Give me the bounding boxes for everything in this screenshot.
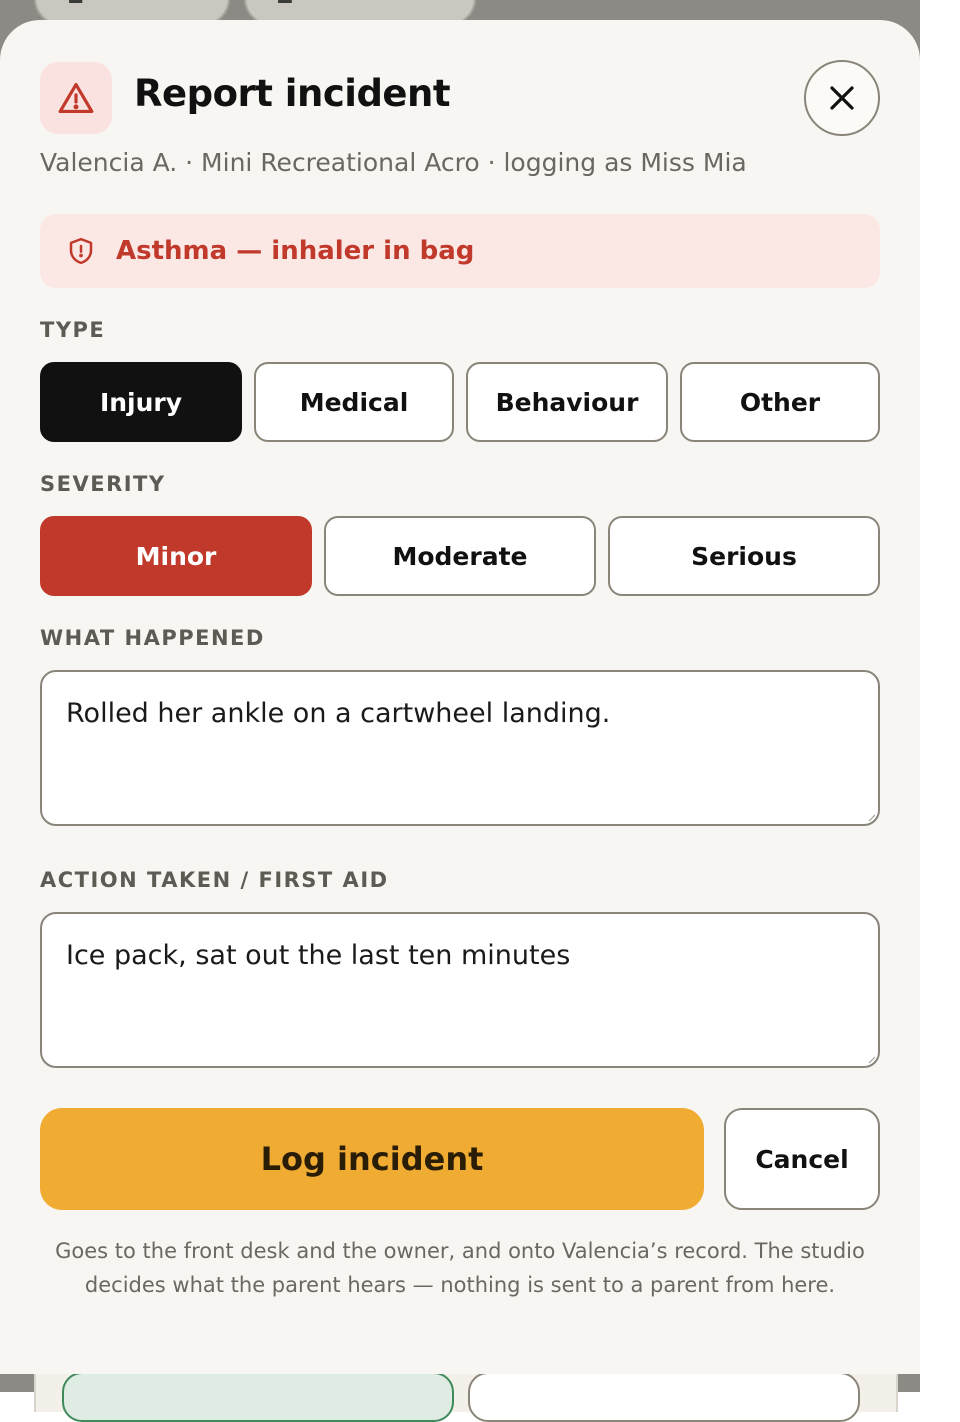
what-happened-label: WHAT HAPPENED (40, 626, 265, 650)
shield-icon (64, 234, 98, 268)
page-title: Report incident (134, 72, 451, 115)
resize-handle-icon[interactable] (868, 1056, 876, 1064)
incident-sheet: Report incident Valencia A. · Mini Recre… (0, 20, 920, 1374)
routing-note: Goes to the front desk and the owner, an… (55, 1239, 865, 1297)
cancel-button[interactable]: Cancel (724, 1108, 880, 1210)
background-present-button (62, 1372, 454, 1422)
type-option-injury[interactable]: Injury (40, 362, 242, 442)
severity-option-moderate[interactable]: Moderate (324, 516, 596, 596)
what-happened-field[interactable]: Rolled her ankle on a cartwheel landing. (40, 670, 880, 826)
what-happened-value: Rolled her ankle on a cartwheel landing. (66, 698, 611, 729)
warning-triangle-icon (58, 82, 94, 114)
severity-label: SEVERITY (40, 472, 166, 496)
resize-handle-icon[interactable] (868, 814, 876, 822)
action-taken-label: ACTION TAKEN / FIRST AID (40, 868, 389, 892)
action-taken-field[interactable]: Ice pack, sat out the last ten minutes (40, 912, 880, 1068)
severity-option-minor[interactable]: Minor (40, 516, 312, 596)
incident-context: Valencia A. · Mini Recreational Acro · l… (40, 148, 747, 177)
medical-alert-banner: Asthma — inhaler in bag (40, 214, 880, 288)
close-icon (830, 86, 854, 110)
warning-badge (40, 62, 112, 134)
background-absent-button (468, 1372, 860, 1422)
action-taken-value: Ice pack, sat out the last ten minutes (66, 940, 571, 971)
log-incident-button[interactable]: Log incident (40, 1108, 704, 1210)
severity-option-serious[interactable]: Serious (608, 516, 880, 596)
close-button[interactable] (804, 60, 880, 136)
type-option-behaviour[interactable]: Behaviour (466, 362, 668, 442)
type-option-other[interactable]: Other (680, 362, 880, 442)
type-option-medical[interactable]: Medical (254, 362, 454, 442)
type-label: TYPE (40, 318, 106, 342)
medical-alert-text: Asthma — inhaler in bag (116, 236, 475, 266)
